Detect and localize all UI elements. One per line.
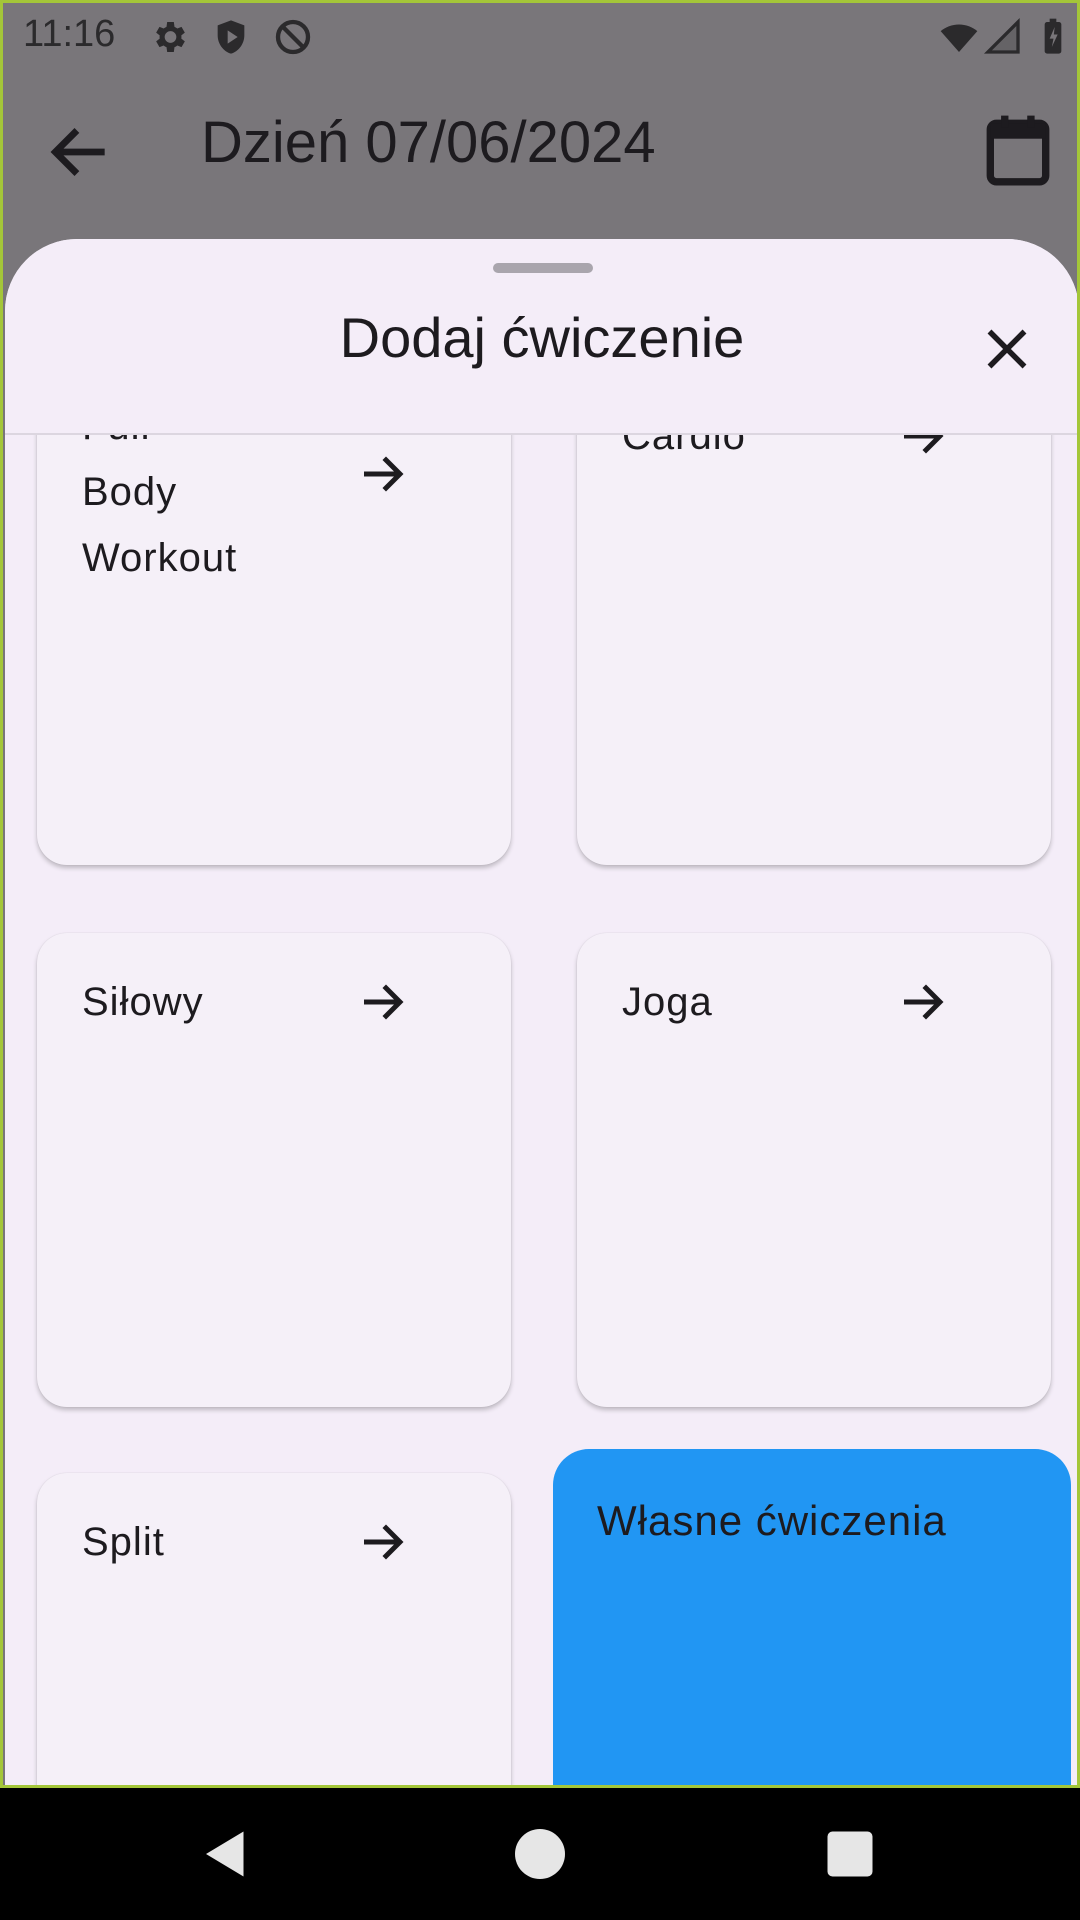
category-card-yoga[interactable]: Joga — [577, 933, 1051, 1407]
category-label: Split — [82, 1520, 165, 1564]
calendar-icon[interactable] — [981, 111, 1055, 191]
system-nav-bar — [0, 1788, 1080, 1920]
category-card-split[interactable]: Split — [37, 1473, 511, 1785]
app-screen: 11:16 Dzień 07/06/2024 Body Workout Card… — [0, 0, 1080, 1788]
custom-exercises-card[interactable]: Własne ćwiczenia — [553, 1449, 1071, 1785]
nav-recents-icon[interactable] — [820, 1824, 880, 1884]
status-bar: 11:16 — [3, 3, 1077, 69]
category-label: Siłowy — [82, 980, 204, 1024]
arrow-forward-icon — [364, 456, 404, 492]
status-time: 11:16 — [23, 13, 116, 55]
back-arrow-icon[interactable] — [43, 115, 117, 189]
shield-icon — [217, 20, 245, 54]
category-card-cardio[interactable]: Cardio — [577, 389, 1051, 865]
page-title: Dzień 07/06/2024 — [201, 110, 656, 175]
arrow-forward-icon — [364, 1524, 404, 1560]
sheet-title: Dodaj ćwiczenie — [339, 306, 745, 369]
category-card-strength[interactable]: Siłowy — [37, 933, 511, 1407]
drag-handle[interactable] — [493, 263, 593, 273]
arrow-forward-icon — [904, 984, 944, 1020]
close-icon[interactable] — [977, 319, 1037, 379]
arrow-forward-icon — [364, 984, 404, 1020]
add-exercise-sheet: Full Body Workout Cardio Siłowy Joga — [5, 239, 1077, 1785]
nav-back-icon[interactable] — [196, 1824, 256, 1884]
custom-exercises-label: Własne ćwiczenia — [597, 1497, 947, 1544]
wifi-icon — [940, 24, 978, 52]
sheet-header: Dodaj ćwiczenie — [5, 239, 1077, 435]
settings-icon — [156, 22, 185, 52]
category-label: Joga — [622, 980, 713, 1024]
battery-charging-icon — [1044, 18, 1062, 54]
category-grid: Full Body Workout Cardio Siłowy Joga — [5, 239, 1077, 1785]
do-not-disturb-icon — [275, 19, 311, 55]
nav-home-icon[interactable] — [510, 1824, 570, 1884]
category-card-full-body[interactable]: Full Body Workout — [37, 389, 511, 865]
app-bar: Dzień 07/06/2024 — [3, 69, 1077, 239]
signal-icon — [983, 17, 1020, 54]
